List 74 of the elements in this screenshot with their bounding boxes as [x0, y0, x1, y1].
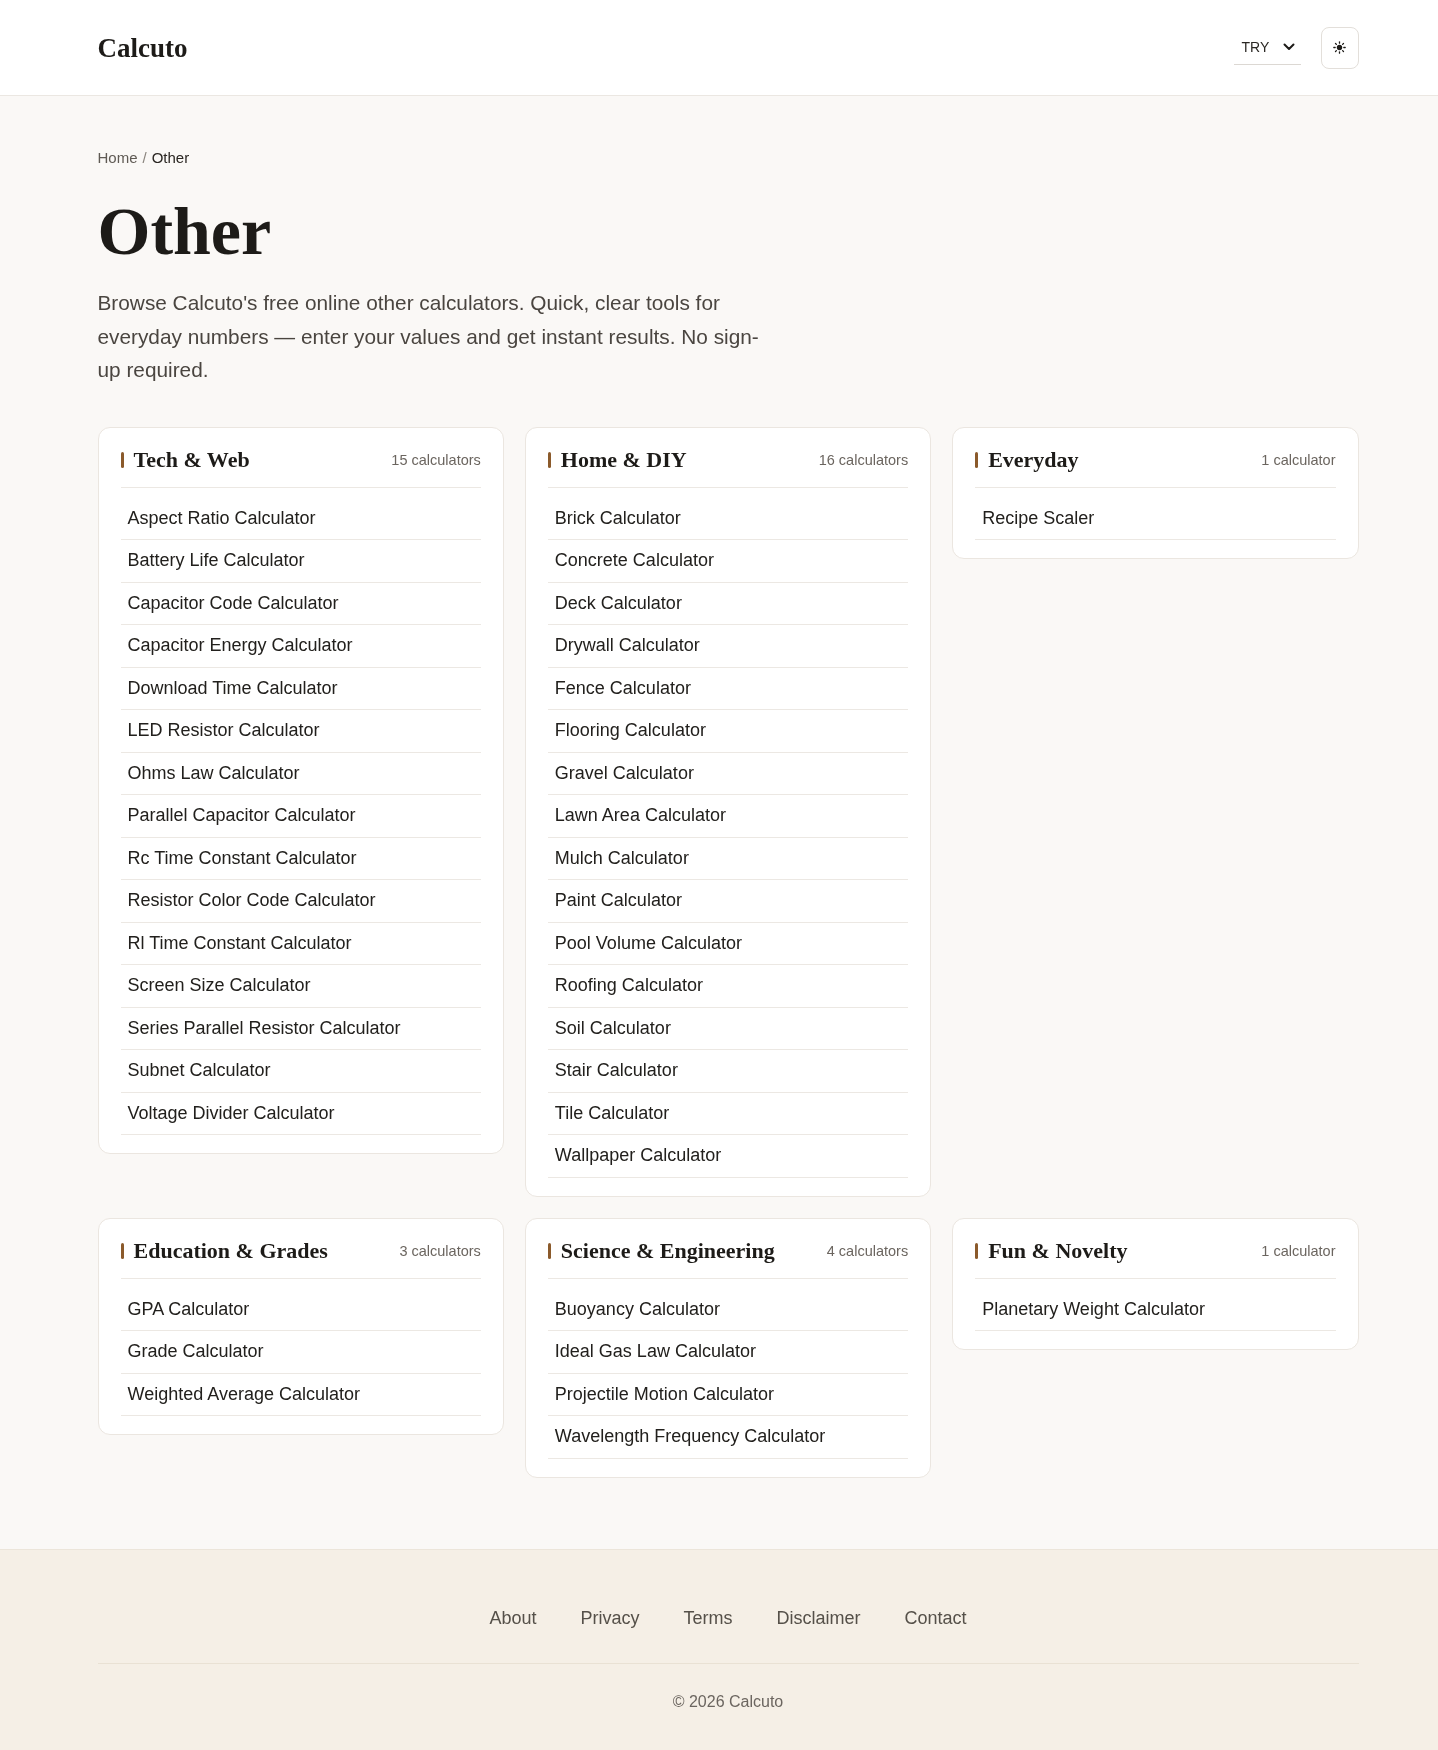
category-title: Everyday [988, 445, 1079, 474]
calculator-link[interactable]: Grade Calculator [127, 1341, 264, 1361]
calculator-link[interactable]: Screen Size Calculator [127, 975, 311, 995]
breadcrumb-separator: / [142, 149, 147, 167]
copyright-text: © 2026 Calcuto [672, 1691, 784, 1712]
calculator-link[interactable]: Flooring Calculator [554, 720, 706, 740]
calculator-link[interactable]: Paint Calculator [554, 890, 682, 910]
calculator-link[interactable]: Soil Calculator [554, 1017, 671, 1038]
calculator-link[interactable]: Pool Volume Calculator [554, 932, 742, 953]
calculator-link[interactable]: Weighted Average Calculator [127, 1383, 360, 1404]
currency-select[interactable]: TRY [1233, 30, 1301, 65]
calculator-link[interactable]: Aspect Ratio Calculator [127, 507, 316, 528]
accent-bar-icon [547, 451, 551, 468]
calculator-link[interactable]: LED Resistor Calculator [127, 720, 320, 740]
calculator-link[interactable]: Drywall Calculator [554, 635, 700, 655]
page-title: Other [97, 194, 273, 269]
calculator-link[interactable]: Rc Time Constant Calculator [127, 847, 357, 868]
accent-bar-icon [975, 1242, 979, 1259]
footer-link[interactable]: Privacy [580, 1605, 640, 1630]
intro-text: Browse Calcuto's free online other calculators. Quick, clear tools for everyday numbers — enter your values and get instant results. No sign-up required. [97, 290, 760, 383]
calculator-link[interactable]: Fence Calculator [554, 677, 691, 698]
accent-bar-icon [120, 451, 124, 468]
theme-toggle-button[interactable] [1320, 26, 1359, 69]
calculator-count: 3 calculators [399, 1242, 481, 1259]
calculator-link[interactable]: Deck Calculator [554, 592, 682, 613]
footer-link[interactable]: Contact [904, 1605, 967, 1630]
calculator-link[interactable]: Wallpaper Calculator [554, 1145, 722, 1165]
calculator-link[interactable]: Ideal Gas Law Calculator [554, 1341, 756, 1361]
category-title: Tech & Web [133, 445, 250, 474]
calculator-link[interactable]: Roofing Calculator [554, 975, 703, 995]
footer-link[interactable]: About [489, 1605, 537, 1630]
calculator-link[interactable]: Stair Calculator [554, 1060, 678, 1080]
footer-link[interactable]: Disclaimer [776, 1605, 861, 1630]
accent-bar-icon [547, 1242, 551, 1259]
calculator-link[interactable]: Recipe Scaler [982, 507, 1095, 528]
calculator-link[interactable]: Subnet Calculator [127, 1060, 271, 1080]
calculator-link[interactable]: Series Parallel Resistor Calculator [127, 1017, 401, 1038]
calculator-link[interactable]: Ohms Law Calculator [127, 762, 300, 783]
calculator-count: 1 calculator [1261, 451, 1336, 468]
calculator-link[interactable]: Brick Calculator [554, 507, 681, 528]
calculator-link[interactable]: Wavelength Frequency Calculator [554, 1426, 826, 1446]
calculator-link[interactable]: Buoyancy Calculator [554, 1298, 720, 1319]
calculator-link[interactable]: Download Time Calculator [127, 677, 338, 698]
calculator-link[interactable]: Resistor Color Code Calculator [127, 890, 376, 910]
calculator-count: 15 calculators [391, 451, 481, 468]
category-title: Home & DIY [560, 445, 687, 474]
footer-link[interactable]: Terms [683, 1605, 733, 1630]
breadcrumb-link[interactable]: Home [97, 149, 138, 167]
calculator-link[interactable]: Gravel Calculator [554, 762, 694, 783]
calculator-count: 16 calculators [818, 451, 909, 468]
calculator-link[interactable]: Planetary Weight Calculator [982, 1298, 1205, 1319]
calculator-count: 4 calculators [826, 1242, 909, 1259]
calculator-link[interactable]: Concrete Calculator [554, 550, 714, 570]
calculator-link[interactable]: Tile Calculator [554, 1102, 670, 1123]
calculator-link[interactable]: Voltage Divider Calculator [127, 1102, 335, 1123]
chevron-down-icon [1282, 43, 1295, 51]
sun-icon [1333, 41, 1346, 54]
category-title: Fun & Novelty [988, 1236, 1128, 1265]
calculator-link[interactable]: Mulch Calculator [554, 847, 689, 868]
calculator-link[interactable]: Parallel Capacitor Calculator [127, 805, 356, 825]
calculator-count: 1 calculator [1261, 1242, 1336, 1259]
calculator-link[interactable]: Lawn Area Calculator [554, 805, 726, 825]
accent-bar-icon [120, 1242, 124, 1259]
calculator-link[interactable]: Battery Life Calculator [127, 550, 305, 570]
calculator-link[interactable]: GPA Calculator [127, 1298, 250, 1319]
calculator-link[interactable]: Projectile Motion Calculator [554, 1383, 774, 1404]
site-logo[interactable]: Calcuto [97, 31, 188, 64]
breadcrumb-current: Other [151, 149, 190, 167]
accent-bar-icon [975, 451, 979, 468]
category-title: Education & Grades [133, 1236, 328, 1265]
category-title: Science & Engineering [560, 1236, 775, 1265]
calculator-link[interactable]: Rl Time Constant Calculator [127, 932, 352, 953]
calculator-link[interactable]: Capacitor Code Calculator [127, 592, 339, 613]
calculator-link[interactable]: Capacitor Energy Calculator [127, 635, 353, 655]
